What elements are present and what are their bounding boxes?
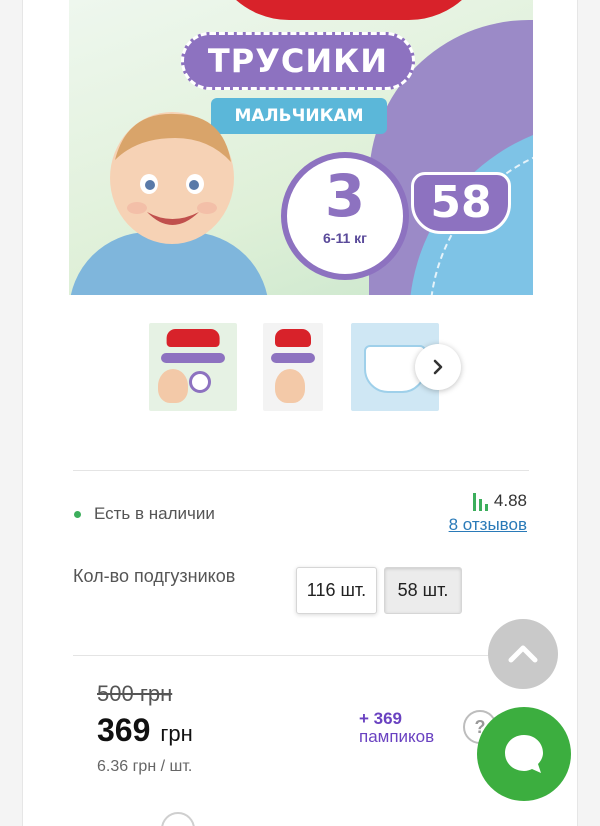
mini-brand-logo bbox=[166, 329, 220, 347]
quantity-option-58[interactable]: 58 шт. bbox=[384, 567, 462, 614]
brand-logo-arc bbox=[209, 0, 489, 20]
pack-title: ТРУСИКИ bbox=[181, 32, 415, 90]
size-badge: 3 6-11 кг bbox=[281, 152, 409, 280]
bonus-points: + 369 пампиков bbox=[359, 710, 434, 746]
mini-title-bar bbox=[271, 353, 315, 363]
thumbnails-next-button[interactable] bbox=[415, 344, 461, 390]
pack-count-badge: 58 bbox=[411, 172, 511, 234]
divider bbox=[73, 655, 529, 656]
chevron-up-icon bbox=[508, 645, 538, 663]
quantity-label: Кол-во подгузников bbox=[73, 566, 236, 586]
chat-bubble-icon bbox=[505, 735, 543, 773]
availability-status: Есть в наличии bbox=[94, 504, 215, 523]
rating-value: 4.88 bbox=[493, 491, 527, 510]
price-currency: грн bbox=[160, 721, 193, 746]
help-icon[interactable] bbox=[161, 812, 195, 826]
bonus-amount: + 369 bbox=[359, 709, 403, 728]
quantity-option-116[interactable]: 116 шт. bbox=[296, 567, 377, 614]
rating: 4.88 bbox=[472, 491, 527, 511]
bonus-label: пампиков bbox=[359, 727, 435, 746]
old-price: 500 грн bbox=[97, 681, 173, 706]
mini-baby bbox=[275, 369, 305, 403]
mini-baby bbox=[157, 369, 188, 403]
mini-title-bar bbox=[161, 353, 225, 363]
thumbnail-pack-side[interactable] bbox=[263, 323, 323, 411]
chevron-right-icon bbox=[433, 359, 443, 375]
unit-price: 6.36 грн / шт. bbox=[97, 758, 193, 775]
price-value: 369 bbox=[97, 712, 151, 748]
weight-range: 6-11 кг bbox=[323, 230, 367, 246]
current-price: 369 грн bbox=[97, 712, 193, 749]
size-number: 3 bbox=[324, 162, 366, 230]
mini-size-badge bbox=[188, 371, 211, 393]
thumbnail-pack-front[interactable] bbox=[149, 323, 237, 411]
chat-button[interactable] bbox=[477, 707, 571, 801]
scroll-to-top-button[interactable] bbox=[488, 619, 558, 689]
reviews-link[interactable]: 8 отзывов bbox=[449, 515, 527, 535]
rating-icon bbox=[472, 493, 488, 511]
divider bbox=[73, 470, 529, 471]
mini-brand-logo bbox=[275, 329, 311, 347]
baby-illustration bbox=[110, 112, 234, 244]
product-card: ТРУСИКИ МАЛЬЧИКАМ 3 6-11 кг 58 Есть в на… bbox=[22, 0, 578, 826]
product-main-image[interactable]: ТРУСИКИ МАЛЬЧИКАМ 3 6-11 кг 58 bbox=[69, 0, 533, 295]
availability-dot bbox=[74, 511, 81, 518]
